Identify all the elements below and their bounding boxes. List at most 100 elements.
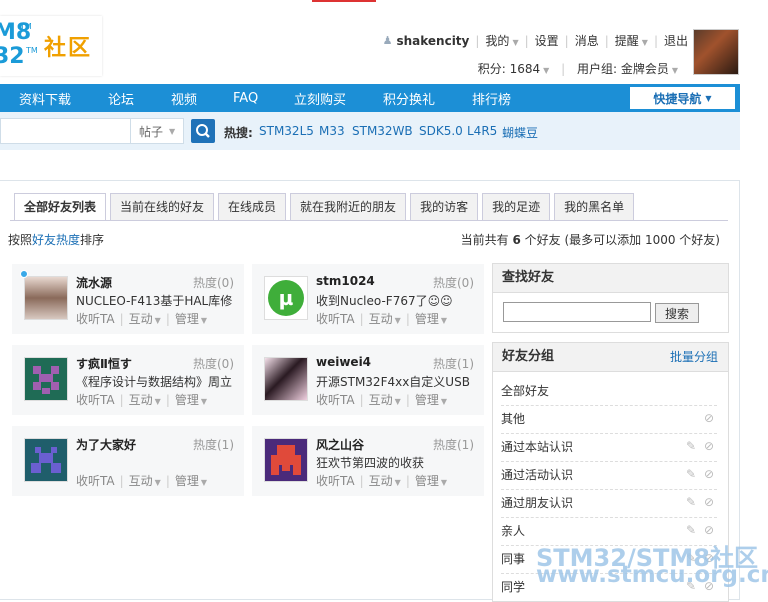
- ban-icon[interactable]: ⊘: [703, 524, 715, 536]
- follow-link[interactable]: 收听TA: [316, 393, 355, 407]
- group-item[interactable]: 全部好友: [501, 377, 717, 406]
- manage-menu[interactable]: 管理 ▼: [175, 312, 207, 326]
- hot-term-m33[interactable]: M33: [319, 124, 345, 138]
- chevron-down-icon: ▼: [543, 66, 550, 75]
- settings-link[interactable]: 设置: [535, 32, 559, 49]
- find-friend-box: 查找好友 搜索: [492, 263, 729, 333]
- friend-name[interactable]: stm1024: [316, 274, 375, 288]
- tab-blacklist[interactable]: 我的黑名单: [554, 193, 635, 220]
- nav-item-buy[interactable]: 立刻购买: [294, 89, 346, 108]
- interact-menu[interactable]: 互动 ▼: [129, 474, 161, 488]
- friend-avatar[interactable]: [24, 438, 68, 482]
- tab-my-visitors[interactable]: 我的访客: [410, 193, 479, 220]
- search-type-select[interactable]: 帖子 ▼: [130, 118, 184, 144]
- interact-menu[interactable]: 互动 ▼: [129, 393, 161, 407]
- friend-name[interactable]: 流水源: [76, 274, 112, 291]
- logout-link[interactable]: 退出: [664, 32, 688, 49]
- friend-heat: 热度(0): [193, 276, 234, 290]
- chevron-down-icon: ▼: [154, 478, 161, 487]
- nav-item-downloads[interactable]: 资料下载: [19, 89, 71, 108]
- nav-item-video[interactable]: 视频: [171, 89, 197, 108]
- sort-by-heat-link[interactable]: 好友热度: [32, 233, 80, 247]
- manage-menu[interactable]: 管理 ▼: [175, 393, 207, 407]
- friend-name[interactable]: す疯Ⅱ恒す: [76, 355, 132, 372]
- chevron-down-icon: ▼: [169, 126, 176, 136]
- nav-item-ranking[interactable]: 排行榜: [472, 89, 511, 108]
- follow-link[interactable]: 收听TA: [76, 312, 115, 326]
- chevron-down-icon: ▼: [705, 93, 712, 103]
- interact-menu[interactable]: 互动 ▼: [369, 312, 401, 326]
- search-input[interactable]: [0, 118, 130, 144]
- group-item[interactable]: 通过本站认识 ✎ ⊘: [501, 433, 717, 462]
- friend-status[interactable]: NUCLEO-F413基于HAL库修: [76, 292, 236, 309]
- group-item[interactable]: 通过朋友认识 ✎ ⊘: [501, 489, 717, 518]
- quick-nav-button[interactable]: 快捷导航 ▼: [630, 87, 735, 109]
- pencil-icon[interactable]: ✎: [685, 496, 697, 508]
- ban-icon[interactable]: ⊘: [703, 496, 715, 508]
- friend-groups-header: 好友分组 批量分组: [493, 343, 728, 372]
- follow-link[interactable]: 收听TA: [76, 474, 115, 488]
- interact-menu[interactable]: 互动 ▼: [369, 393, 401, 407]
- friend-name[interactable]: 为了大家好: [76, 436, 136, 453]
- group-item[interactable]: 其他 ⊘: [501, 405, 717, 434]
- follow-link[interactable]: 收听TA: [76, 393, 115, 407]
- friend-status[interactable]: 狂欢节第四波的收获: [316, 454, 476, 471]
- messages-link[interactable]: 消息: [575, 32, 599, 49]
- hot-term-stm32l5[interactable]: STM32L5: [259, 124, 314, 138]
- follow-link[interactable]: 收听TA: [316, 474, 355, 488]
- pencil-icon[interactable]: ✎: [685, 440, 697, 452]
- user-avatar[interactable]: [693, 29, 739, 75]
- friend-status[interactable]: 开源STM32F4xx自定义USB: [316, 373, 476, 390]
- chevron-down-icon: ▼: [394, 397, 401, 406]
- user-group-menu[interactable]: 用户组: 金牌会员 ▼: [577, 62, 678, 76]
- friend-avatar[interactable]: [264, 438, 308, 482]
- friend-avatar[interactable]: [24, 276, 68, 320]
- ban-icon[interactable]: ⊘: [703, 440, 715, 452]
- follow-link[interactable]: 收听TA: [316, 312, 355, 326]
- logo-tm-mark: TM: [20, 22, 32, 31]
- search-button[interactable]: [191, 119, 215, 143]
- nav-item-faq[interactable]: FAQ: [233, 91, 258, 106]
- chevron-down-icon: ▼: [440, 316, 448, 325]
- friend-name[interactable]: weiwei4: [316, 355, 371, 369]
- friend-avatar[interactable]: [24, 357, 68, 401]
- nav-item-rewards[interactable]: 积分换礼: [383, 89, 435, 108]
- tab-all-friends[interactable]: 全部好友列表: [14, 193, 107, 221]
- manage-menu[interactable]: 管理 ▼: [415, 474, 447, 488]
- tab-online-friends[interactable]: 当前在线的好友: [110, 193, 215, 220]
- batch-group-link[interactable]: 批量分组: [670, 343, 718, 371]
- friend-status[interactable]: 《程序设计与数据结构》周立: [76, 373, 236, 390]
- interact-menu[interactable]: 互动 ▼: [129, 312, 161, 326]
- ban-icon[interactable]: ⊘: [703, 412, 715, 424]
- nav-item-forum[interactable]: 论坛: [108, 89, 134, 108]
- points-menu[interactable]: 积分: 1684 ▼: [478, 62, 550, 76]
- tab-my-footprints[interactable]: 我的足迹: [482, 193, 551, 220]
- ban-icon[interactable]: ⊘: [703, 468, 715, 480]
- svg-text:µ: µ: [279, 286, 294, 310]
- tab-nearby-friends[interactable]: 就在我附近的朋友: [290, 193, 407, 220]
- manage-menu[interactable]: 管理 ▼: [175, 474, 207, 488]
- my-menu[interactable]: 我的 ▼: [485, 32, 518, 49]
- hot-term-butterfly[interactable]: 蝴蝶豆: [502, 124, 538, 141]
- manage-menu[interactable]: 管理 ▼: [415, 312, 447, 326]
- sort-label: 按照好友热度排序: [8, 233, 105, 247]
- group-item[interactable]: 通过活动认识 ✎ ⊘: [501, 461, 717, 490]
- interact-menu[interactable]: 互动 ▼: [369, 474, 401, 488]
- friend-status[interactable]: 收到Nucleo-F767了☺☺: [316, 292, 476, 309]
- pencil-icon[interactable]: ✎: [685, 468, 697, 480]
- manage-menu[interactable]: 管理 ▼: [415, 393, 447, 407]
- hot-term-stm32wb[interactable]: STM32WB: [352, 124, 413, 138]
- pencil-icon[interactable]: ✎: [685, 524, 697, 536]
- username-link[interactable]: shakencity: [396, 34, 469, 48]
- hot-term-sdk50[interactable]: SDK5.0: [419, 124, 463, 138]
- friend-avatar[interactable]: µ: [264, 276, 308, 320]
- hot-term-l4r5[interactable]: L4R5: [467, 124, 497, 138]
- reminders-menu[interactable]: 提醒 ▼: [615, 32, 648, 49]
- find-friend-search-button[interactable]: 搜索: [655, 303, 699, 323]
- friend-name[interactable]: 风之山谷: [316, 436, 364, 453]
- tab-online-members[interactable]: 在线成员: [218, 193, 287, 220]
- friend-avatar[interactable]: [264, 357, 308, 401]
- find-friend-input[interactable]: [503, 302, 651, 322]
- hot-search-label: 热搜:: [224, 126, 253, 140]
- site-logo[interactable]: M8 TM 32 TM 社区: [0, 16, 102, 76]
